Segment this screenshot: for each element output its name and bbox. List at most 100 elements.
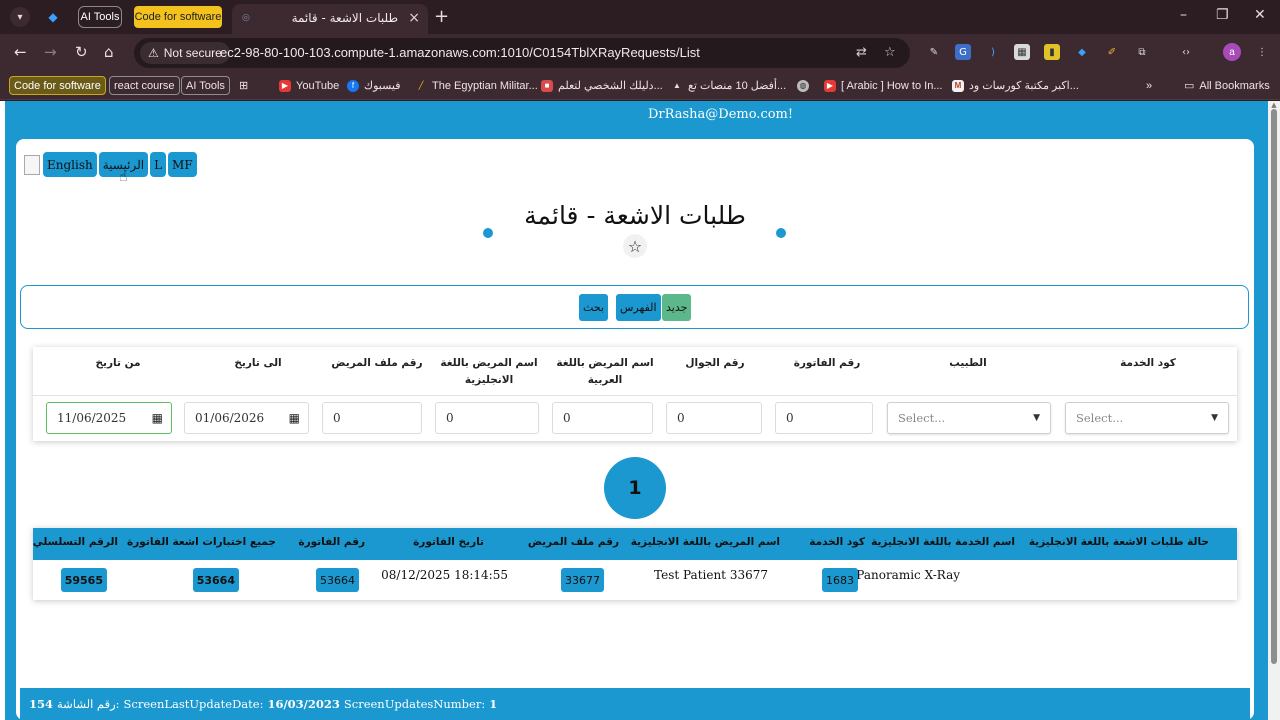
l-button[interactable]: L: [150, 152, 167, 177]
pinned-tab-diamond-icon[interactable]: ◆: [40, 6, 66, 28]
globe-icon[interactable]: ◍: [797, 76, 809, 95]
bookmark-arabic-howto[interactable]: ▶ [ Arabic ] How to In...: [824, 76, 943, 95]
pen-extension-icon[interactable]: ✎: [926, 44, 942, 60]
chevron-down-icon: ▼: [1211, 413, 1218, 423]
service-code-select-value: Select...: [1076, 411, 1124, 425]
patient-name-ar-label: اسم المريض باللغة العربية: [556, 357, 654, 386]
pencil-extension-icon[interactable]: ✐: [1104, 44, 1120, 60]
translate-icon[interactable]: ⇄: [856, 45, 867, 60]
patient-file-cell[interactable]: 33677: [561, 568, 604, 592]
serial-cell[interactable]: 59565: [60, 568, 107, 592]
calendar-icon[interactable]: ▦: [289, 411, 300, 425]
search-button[interactable]: بحث: [579, 294, 608, 321]
scrollbar-thumb[interactable]: [1271, 109, 1277, 664]
tab-close-icon[interactable]: ×: [408, 10, 420, 26]
serial-header: الرقم التسلسلي: [32, 536, 118, 548]
forward-arrow-icon[interactable]: →: [44, 43, 57, 61]
back-arrow-icon[interactable]: ←: [14, 43, 27, 61]
from-date-input[interactable]: 11/06/2025 ▦: [46, 402, 172, 434]
favorite-star-icon[interactable]: ☆: [623, 234, 647, 258]
browser-toolbar: ← → ↻ ⌂ ⚠ Not secure ec2-98-80-100-103.c…: [0, 34, 1280, 72]
filter-divider: [33, 395, 1237, 396]
yellow-extension-icon[interactable]: ▮: [1044, 44, 1060, 60]
tab-search-chevron-icon[interactable]: ▾: [10, 7, 30, 27]
bookmark-star-icon[interactable]: ☆: [884, 45, 896, 60]
bookmark-top-platforms[interactable]: ▲ أفضل 10 منصات تع...: [671, 76, 786, 95]
results-table: حالة طلبات الاشعة باللغة الانجليزية اسم …: [33, 528, 1237, 600]
invoice-number-input[interactable]: 0: [775, 402, 873, 434]
page-viewport: DrRasha@Demo.com! English الرئيسية L MF …: [0, 101, 1280, 720]
to-date-input[interactable]: 01/06/2026 ▦: [184, 402, 309, 434]
calendar-icon[interactable]: ▦: [152, 411, 163, 425]
window-maximize-button[interactable]: ❐: [1216, 7, 1229, 23]
m-bookmark-icon: M: [952, 79, 964, 92]
apps-grid-icon[interactable]: ⊞: [239, 76, 248, 95]
grid-extension-icon[interactable]: ▦: [1014, 44, 1030, 60]
pen-bookmark-icon: ╱: [418, 81, 424, 90]
index-button[interactable]: الفهرس: [616, 294, 661, 321]
bookmark-personal-guide[interactable]: ■ دليلك الشخصي لتعلم...: [541, 76, 663, 95]
doctor-select-value: Select...: [898, 411, 946, 425]
url-text[interactable]: ec2-98-80-100-103.compute-1.amazonaws.co…: [220, 45, 700, 60]
mobile-input[interactable]: 0: [666, 402, 762, 434]
reload-icon[interactable]: ↻: [75, 43, 88, 61]
screen-info-footer: 154 رقم الشاشة: ScreenLastUpdateDate: 16…: [20, 688, 1250, 720]
patient-name-ar-input[interactable]: 0: [552, 402, 653, 434]
action-bar: بحث الفهرس جديد: [20, 285, 1249, 329]
all-bookmarks[interactable]: ▭ All Bookmarks: [1184, 76, 1270, 95]
doctor-select[interactable]: Select... ▼: [887, 402, 1051, 434]
vertical-scrollbar[interactable]: ▲: [1268, 101, 1280, 720]
patient-file-input[interactable]: 0: [322, 402, 422, 434]
bookmark-code-for-software[interactable]: Code for software: [9, 76, 106, 95]
profile-avatar[interactable]: a: [1223, 43, 1241, 61]
puzzle-extensions-icon[interactable]: ⧉: [1134, 44, 1150, 60]
service-code-cell[interactable]: 1683: [822, 568, 858, 592]
pinned-tab-ai-tools[interactable]: AI Tools: [78, 6, 122, 28]
bookmark-facebook[interactable]: f فيسبوك: [347, 76, 400, 95]
wave-extension-icon[interactable]: ): [985, 44, 1001, 60]
mobile-label: رقم الجوال: [685, 357, 745, 369]
bookmark-youtube[interactable]: ▶ YouTube: [279, 76, 339, 95]
diamond-extension-icon[interactable]: ◆: [1074, 44, 1090, 60]
tab-favicon-icon: ◎: [242, 13, 250, 23]
home-icon[interactable]: ⌂: [104, 43, 114, 61]
bookmark-courses-library-label: اكبر مكتبة كورسات ود...: [969, 80, 1079, 92]
browser-menu-icon[interactable]: ⋮: [1254, 44, 1270, 60]
invoice-no-cell[interactable]: 53664: [316, 568, 359, 592]
patient-name-en-input[interactable]: 0: [435, 402, 539, 434]
service-code-select[interactable]: Select... ▼: [1065, 402, 1229, 434]
window-minimize-button[interactable]: –: [1180, 7, 1187, 23]
patient-name-en-label: اسم المريض باللغة الانجليزية: [440, 357, 538, 386]
last-update-value: 16/03/2023: [267, 697, 340, 711]
bookmark-ai-tools[interactable]: AI Tools: [181, 76, 230, 95]
security-badge[interactable]: ⚠ Not secure: [140, 42, 230, 64]
english-button[interactable]: English: [43, 152, 97, 177]
active-tab[interactable]: ◎ طلبات الاشعة - قائمة ×: [232, 4, 428, 34]
bookmark-egyptian-military[interactable]: ╱ The Egyptian Militar...: [415, 76, 538, 95]
all-tests-cell[interactable]: 53664: [192, 568, 239, 592]
bookmark-react-course[interactable]: react course: [109, 76, 180, 95]
mf-button[interactable]: MF: [168, 152, 197, 177]
pinned-tab-code-for-software[interactable]: Code for software: [134, 6, 222, 28]
facebook-icon: f: [347, 79, 359, 92]
updates-label: ScreenUpdatesNumber:: [343, 697, 486, 711]
table-header: حالة طلبات الاشعة باللغة الانجليزية اسم …: [33, 528, 1237, 560]
invoice-no-header: رقم الفاتورة: [298, 536, 365, 548]
broken-image-icon: [24, 154, 40, 175]
screen-number-label: رقم الشاشة:: [57, 697, 120, 711]
window-close-button[interactable]: ✕: [1254, 7, 1266, 23]
patient-name-header: اسم المريض باللغة الانجليزية: [630, 536, 780, 548]
bookmark-egyptian-military-label: The Egyptian Militar...: [432, 79, 538, 92]
devtools-code-icon[interactable]: ‹›: [1178, 44, 1194, 60]
address-bar[interactable]: ⚠ Not secure ec2-98-80-100-103.compute-1…: [134, 38, 910, 68]
bookmark-courses-library[interactable]: M اكبر مكتبة كورسات ود...: [952, 76, 1079, 95]
bookmarks-overflow-icon[interactable]: »: [1146, 76, 1152, 95]
new-button[interactable]: جديد: [662, 294, 692, 321]
pagination-current-page[interactable]: 1: [604, 457, 666, 519]
scroll-up-arrow-icon[interactable]: ▲: [1270, 101, 1278, 109]
new-tab-plus-icon[interactable]: +: [434, 6, 449, 27]
youtube-icon: ▶: [824, 79, 836, 92]
translate-extension-icon[interactable]: G: [955, 44, 971, 60]
active-tab-title: طلبات الاشعة - قائمة: [291, 11, 398, 25]
service-code-header: كود الخدمة: [809, 536, 865, 548]
